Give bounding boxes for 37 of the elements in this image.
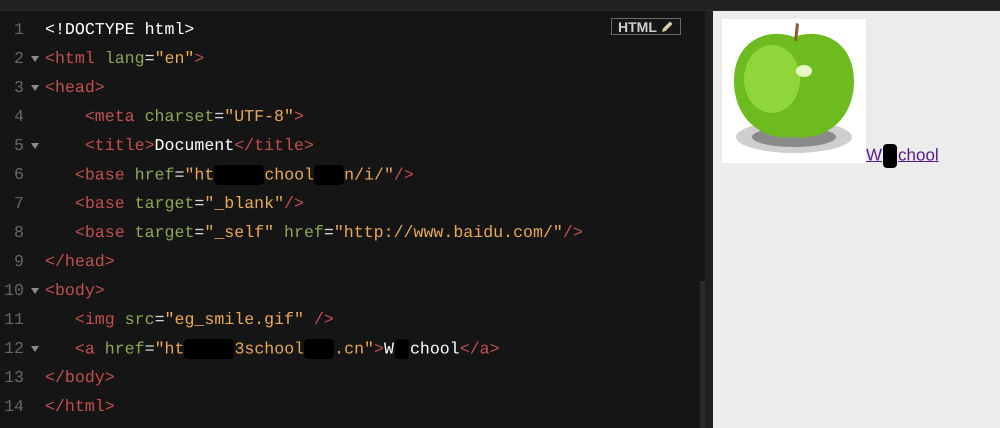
code-line: <head> [45,78,105,97]
code-line: </head> [45,252,115,271]
pencil-icon [660,20,674,34]
code-line: <html lang="en"> [45,49,204,68]
line-number: 4 [13,107,24,126]
code-line: <!DOCTYPE html> [45,20,194,39]
code-line: <a href="ht 3school .cn">W chool</a> [74,338,500,358]
line-number: 2 [13,49,24,68]
code-line: </body> [45,368,115,387]
line-number: 9 [13,252,24,271]
redaction-mark [883,144,898,168]
code-line: <base target="_self" href="http://www.baidu.com/"/> [74,223,583,242]
line-number: 10 [3,281,24,300]
fold-arrow-icon[interactable] [30,346,38,352]
fold-arrow-icon[interactable] [30,142,38,148]
link[interactable]: W chool [866,144,939,168]
line-number: 13 [3,368,24,387]
line-number: 11 [3,310,24,329]
line-number: 6 [13,165,24,184]
line-number: 7 [13,194,24,213]
code-line: <body> [45,281,105,300]
line-number: 12 [3,339,24,358]
fold-arrow-icon[interactable] [30,288,38,294]
code-line: </html> [45,397,115,416]
html-mode-button[interactable]: HTML [611,18,681,35]
code-line: <base target="_blank"/> [74,194,304,213]
code-line: <img src="eg_smile.gif" /> [74,310,334,329]
fold-arrow-icon[interactable] [30,84,38,90]
line-number: 1 [13,20,24,39]
line-number: 3 [13,78,24,97]
line-number: 5 [13,136,24,155]
line-number: 8 [13,223,24,242]
code-line: <base href="ht chool n/i/"/> [74,164,414,184]
code-line: <meta charset="UTF-8"> [84,107,304,126]
fold-arrow-icon[interactable] [30,56,38,62]
line-number: 14 [3,397,24,416]
code-line: <title>Document</title> [84,136,314,155]
